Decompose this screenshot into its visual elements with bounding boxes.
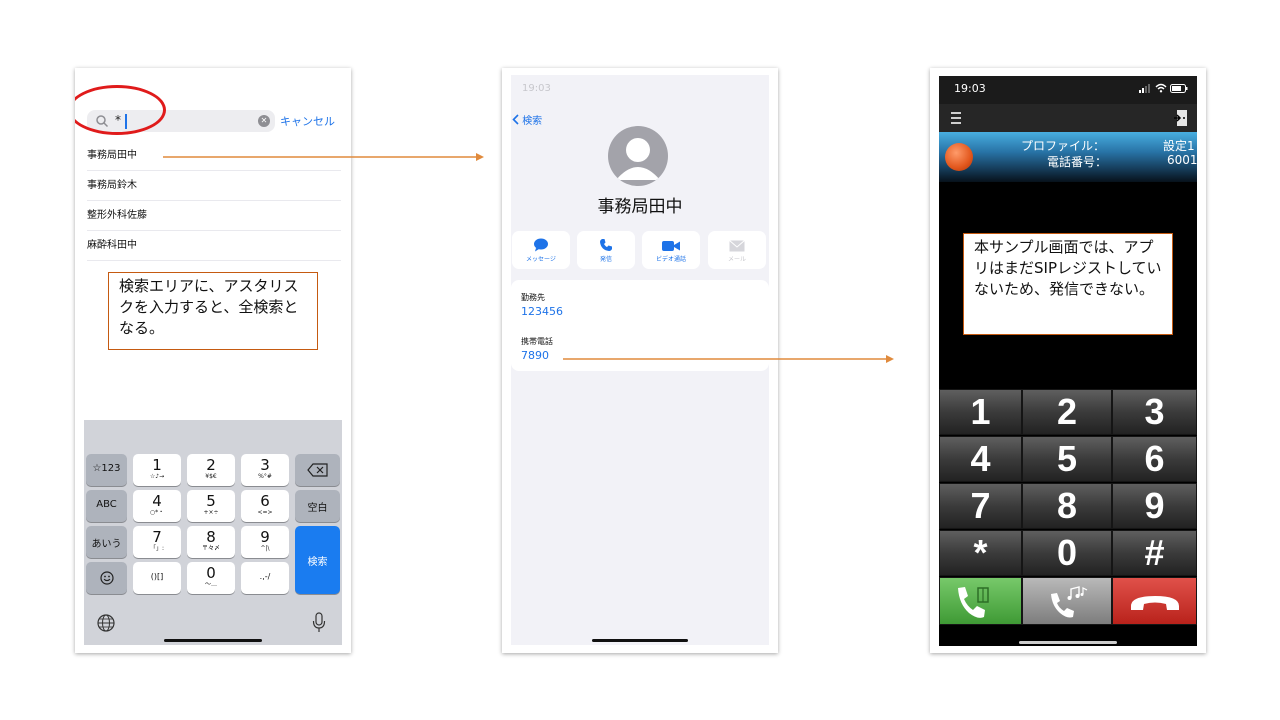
key-9[interactable]: 9 ^|\ [241, 526, 289, 558]
dial-key-8[interactable]: 8 [1022, 483, 1112, 529]
chevron-left-icon [512, 114, 519, 125]
list-item[interactable]: 麻酔科田中 [87, 231, 341, 261]
wifi-icon [1155, 83, 1167, 93]
phone-music-icon [1051, 586, 1088, 618]
key-7[interactable]: 7 「」: [133, 526, 181, 558]
key-mode-kana[interactable]: あいう [86, 526, 127, 558]
key-2[interactable]: 2 ¥$€ [187, 454, 235, 486]
status-bar: 19:03 [939, 76, 1197, 104]
dial-key-5[interactable]: 5 [1022, 436, 1112, 482]
microphone-icon[interactable] [312, 612, 326, 634]
search-key[interactable]: 検索 [295, 526, 340, 594]
softphone-phone: 19:03 プロファイル： 設定1 電話番号： 6001 本サンプル画面では、ア… [930, 68, 1206, 653]
video-call-button[interactable]: ビデオ通話 [642, 231, 700, 269]
mail-icon [729, 240, 745, 252]
call-button[interactable] [939, 577, 1022, 625]
key-0[interactable]: 0 〜… [187, 562, 235, 594]
backspace-icon [306, 463, 328, 477]
dial-key-9[interactable]: 9 [1112, 483, 1197, 529]
globe-icon[interactable] [96, 613, 116, 633]
cancel-button[interactable]: キャンセル [280, 113, 335, 129]
key-4[interactable]: 4 ○*・ [133, 490, 181, 522]
key-mode-num[interactable]: ☆123 [86, 454, 127, 486]
registration-status-icon [945, 143, 973, 171]
status-time: 19:03 [954, 82, 986, 95]
avatar [608, 126, 668, 186]
field-value-work[interactable]: 123456 [521, 305, 563, 318]
profile-banner: プロファイル： 設定1 電話番号： 6001 [939, 132, 1198, 182]
key-mode-abc[interactable]: ABC [86, 490, 127, 522]
profile-label: プロファイル： [1021, 139, 1106, 153]
keyboard: ☆123 1 ☆♪→ 2 ¥$€ 3 %°# ABC 4 ○*・ 5 +×÷ 6 < [84, 420, 342, 645]
dial-key-3[interactable]: 3 [1112, 389, 1197, 435]
battery-icon [1170, 84, 1188, 93]
space-key[interactable]: 空白 [295, 490, 340, 522]
arrow-connector [563, 355, 894, 363]
key-brackets[interactable]: ()[] [133, 562, 181, 594]
key-5[interactable]: 5 +×÷ [187, 490, 235, 522]
annotation-note: 本サンプル画面では、アプリはまだSIPレジストしていないため、発信できない。 [963, 233, 1173, 335]
phone-icon [600, 239, 612, 251]
emoji-key[interactable] [86, 562, 127, 594]
dial-key-1[interactable]: 1 [939, 389, 1022, 435]
key-8[interactable]: 8 〒々〆 [187, 526, 235, 558]
phone-book-icon [958, 587, 989, 618]
arrow-connector [163, 153, 484, 161]
home-indicator [164, 639, 262, 642]
softphone-screen: 19:03 プロファイル： 設定1 電話番号： 6001 本サンプル画面では、ア… [939, 76, 1198, 646]
field-label: 携帯電話 [521, 337, 553, 346]
backspace-key[interactable] [295, 454, 340, 486]
exit-icon[interactable] [1174, 109, 1188, 127]
emoji-icon [99, 571, 114, 585]
message-icon [534, 238, 548, 252]
signal-icon [1139, 84, 1150, 93]
message-button[interactable]: メッセージ [512, 231, 570, 269]
dial-key-7[interactable]: 7 [939, 483, 1022, 529]
list-item[interactable]: 事務局鈴木 [87, 171, 341, 201]
hangup-icon [1131, 596, 1179, 610]
key-3[interactable]: 3 %°# [241, 454, 289, 486]
annotation-note: 検索エリアに、アスタリスクを入力すると、全検索となる。 [108, 272, 318, 350]
key-1[interactable]: 1 ☆♪→ [133, 454, 181, 486]
home-indicator [1019, 641, 1117, 644]
field-value-mobile[interactable]: 7890 [521, 349, 549, 362]
slide: * ✕ キャンセル 事務局田中 事務局鈴木 整形外科佐藤 麻酔科田中 検索エリア… [0, 0, 1280, 720]
call-button[interactable]: 発信 [577, 231, 635, 269]
dial-key-4[interactable]: 4 [939, 436, 1022, 482]
list-item[interactable]: 整形外科佐藤 [87, 201, 341, 231]
dial-key-star[interactable]: * [939, 530, 1022, 576]
clear-icon[interactable]: ✕ [258, 115, 270, 127]
dial-key-hash[interactable]: # [1112, 530, 1197, 576]
phone-number-label: 電話番号： [1047, 155, 1108, 169]
key-6[interactable]: 6 <=> [241, 490, 289, 522]
dial-key-0[interactable]: 0 [1022, 530, 1112, 576]
contact-name: 事務局田中 [597, 197, 683, 217]
mail-button[interactable]: メール [708, 231, 766, 269]
home-indicator [592, 639, 688, 642]
phone-number-value: 6001 [1167, 153, 1198, 167]
profile-value: 設定1 [1163, 139, 1195, 153]
hangup-button[interactable] [1112, 577, 1197, 625]
dial-key-2[interactable]: 2 [1022, 389, 1112, 435]
dial-key-6[interactable]: 6 [1112, 436, 1197, 482]
person-icon [616, 138, 660, 180]
back-button[interactable]: 検索 [512, 112, 542, 127]
back-label: 検索 [522, 116, 543, 127]
status-time: 19:03 [522, 83, 551, 94]
field-label: 勤務先 [521, 293, 545, 302]
key-punct[interactable]: .,-/ [241, 562, 289, 594]
transfer-button[interactable] [1022, 577, 1112, 625]
menu-icon[interactable] [951, 111, 961, 125]
video-icon [662, 241, 680, 251]
dial-pad: 1 2 3 4 5 6 7 8 9 * 0 # [939, 389, 1197, 627]
toolbar [939, 104, 1197, 132]
